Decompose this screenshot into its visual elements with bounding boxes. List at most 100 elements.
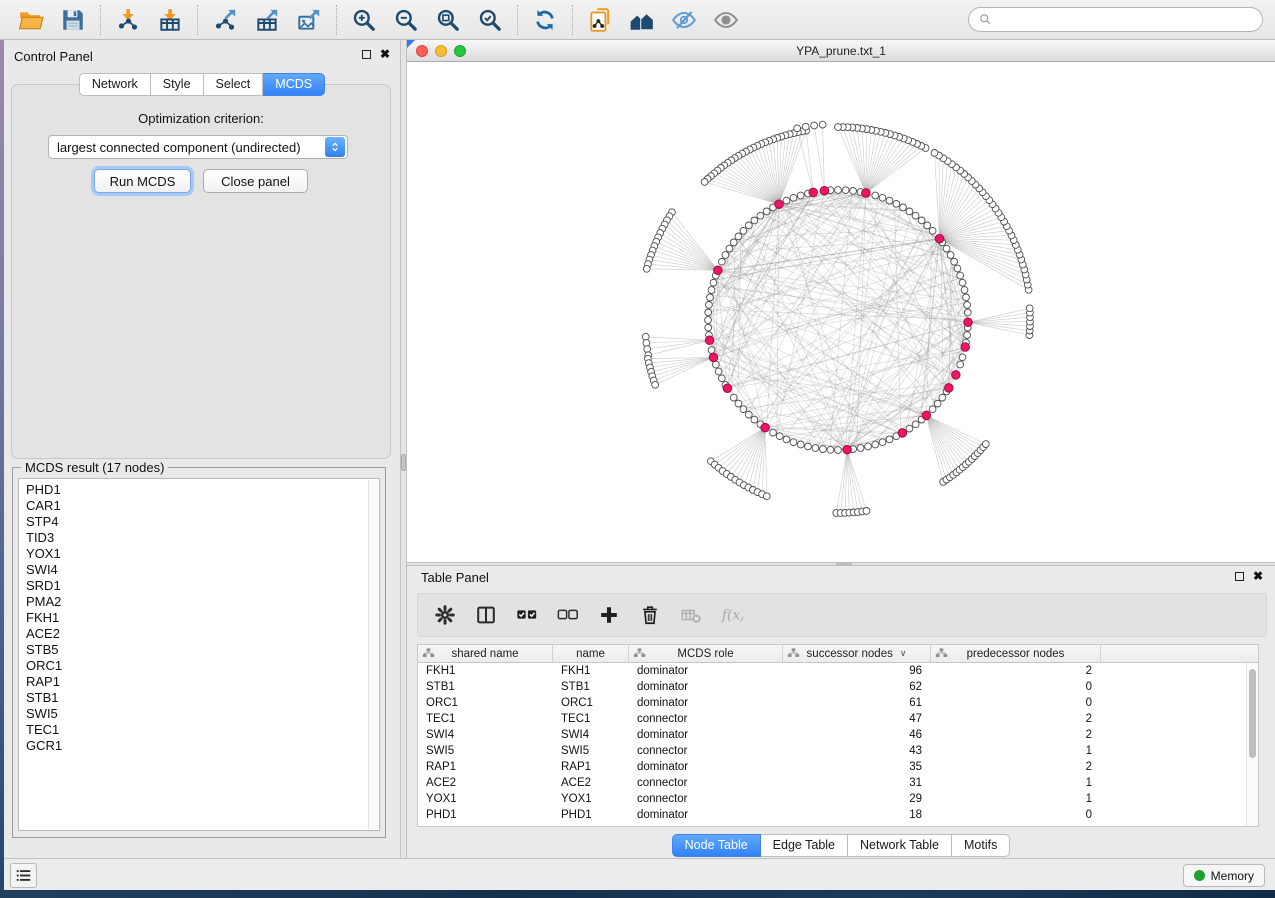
tab-network[interactable]: Network <box>79 73 151 96</box>
tab-style[interactable]: Style <box>151 73 204 96</box>
mcds-result-list[interactable]: PHD1CAR1STP4TID3YOX1SWI4SRD1PMA2FKH1ACE2… <box>18 478 380 831</box>
table-scrollbar[interactable] <box>1246 663 1258 826</box>
float-panel-icon[interactable] <box>1235 572 1244 581</box>
memory-button[interactable]: Memory <box>1183 864 1265 887</box>
list-item[interactable]: SRD1 <box>26 578 379 594</box>
table-cell: RAP1 <box>418 759 553 775</box>
import-table-icon[interactable] <box>157 7 183 33</box>
delete-table-icon <box>680 604 702 626</box>
table-cell: ORC1 <box>553 695 629 711</box>
table-row[interactable]: SWI4SWI4dominator462 <box>418 727 1258 743</box>
close-panel-icon[interactable]: ✖ <box>1253 571 1263 581</box>
zoom-in-icon[interactable] <box>351 7 377 33</box>
save-icon[interactable] <box>60 7 86 33</box>
tab-network-table[interactable]: Network Table <box>848 834 952 857</box>
export-image-icon[interactable] <box>296 7 322 33</box>
search-input[interactable] <box>998 13 1253 27</box>
vertical-splitter[interactable] <box>400 40 407 858</box>
list-item[interactable]: YOX1 <box>26 546 379 562</box>
show-details-icon[interactable] <box>713 7 739 33</box>
table-cell: 0 <box>931 695 1101 711</box>
zoom-out-icon[interactable] <box>393 7 419 33</box>
network-view[interactable] <box>407 62 1275 562</box>
tab-mcds[interactable]: MCDS <box>263 73 325 96</box>
column-header[interactable]: predecessor nodes <box>931 645 1101 662</box>
table-row[interactable]: TEC1TEC1connector472 <box>418 711 1258 727</box>
share-document-icon[interactable] <box>587 7 613 33</box>
node-table[interactable]: shared namenameMCDS role successor nodes ∨… <box>417 644 1259 827</box>
tab-edge-table[interactable]: Edge Table <box>761 834 848 857</box>
run-mcds-button[interactable]: Run MCDS <box>94 169 191 193</box>
export-network-icon[interactable] <box>212 7 238 33</box>
table-cell: TEC1 <box>418 711 553 727</box>
list-item[interactable]: PMA2 <box>26 594 379 610</box>
list-item[interactable]: RAP1 <box>26 674 379 690</box>
table-row[interactable]: FKH1FKH1dominator962 <box>418 663 1258 679</box>
table-cell: dominator <box>629 695 783 711</box>
import-network-icon[interactable] <box>115 7 141 33</box>
splitter-grip[interactable] <box>401 454 406 471</box>
tab-motifs[interactable]: Motifs <box>952 834 1010 857</box>
refresh-icon[interactable] <box>532 7 558 33</box>
select-all-icon[interactable] <box>516 604 538 626</box>
search-box[interactable] <box>968 7 1263 32</box>
list-item[interactable]: TEC1 <box>26 722 379 738</box>
table-body: FKH1FKH1dominator962STB1STB1dominator620… <box>418 663 1258 823</box>
optimization-criterion-select[interactable]: largest connected component (undirected) <box>48 135 348 159</box>
sort-menu-icon[interactable]: ∨ <box>900 648 907 659</box>
export-table-icon[interactable] <box>254 7 280 33</box>
table-row[interactable]: PHD1PHD1dominator180 <box>418 807 1258 823</box>
tab-node-table[interactable]: Node Table <box>672 834 761 857</box>
task-history-button[interactable] <box>10 863 37 888</box>
table-cell: 2 <box>931 663 1101 679</box>
network-titlebar[interactable]: YPA_prune.txt_1 <box>407 40 1275 62</box>
table-row[interactable]: SWI5SWI5connector431 <box>418 743 1258 759</box>
settings-gear-icon[interactable] <box>434 604 456 626</box>
list-item[interactable]: TID3 <box>26 530 379 546</box>
table-cell: TEC1 <box>553 711 629 727</box>
list-item[interactable]: STP4 <box>26 514 379 530</box>
list-item[interactable]: ORC1 <box>26 658 379 674</box>
list-item[interactable]: SWI4 <box>26 562 379 578</box>
list-item[interactable]: CAR1 <box>26 498 379 514</box>
mcds-scrollbar[interactable] <box>368 480 378 829</box>
column-header[interactable]: shared name <box>418 645 553 662</box>
zoom-fit-icon[interactable] <box>435 7 461 33</box>
zoom-selected-icon[interactable] <box>477 7 503 33</box>
list-item[interactable]: SWI5 <box>26 706 379 722</box>
close-panel-icon[interactable]: ✖ <box>380 49 390 59</box>
table-cell: dominator <box>629 759 783 775</box>
scrollbar-thumb[interactable] <box>1249 669 1256 758</box>
open-file-icon[interactable] <box>18 7 44 33</box>
float-panel-icon[interactable] <box>362 50 371 59</box>
close-panel-button[interactable]: Close panel <box>203 169 308 193</box>
list-item[interactable]: GCR1 <box>26 738 379 754</box>
columns-icon[interactable] <box>475 604 497 626</box>
delete-icon[interactable] <box>639 604 661 626</box>
table-row[interactable]: YOX1YOX1connector291 <box>418 791 1258 807</box>
list-item[interactable]: PHD1 <box>26 482 379 498</box>
table-cell: dominator <box>629 663 783 679</box>
table-cell: 46 <box>783 727 931 743</box>
list-icon <box>15 867 32 884</box>
column-header[interactable]: successor nodes ∨ <box>783 645 931 662</box>
list-item[interactable]: FKH1 <box>26 610 379 626</box>
table-cell: 18 <box>783 807 931 823</box>
table-cell: 2 <box>931 727 1101 743</box>
table-row[interactable]: STB1STB1dominator620 <box>418 679 1258 695</box>
list-item[interactable]: ACE2 <box>26 626 379 642</box>
hide-details-icon[interactable] <box>671 7 697 33</box>
home-icon[interactable] <box>629 7 655 33</box>
column-header[interactable]: MCDS role <box>629 645 783 662</box>
table-row[interactable]: ACE2ACE2connector311 <box>418 775 1258 791</box>
deselect-all-icon[interactable] <box>557 604 579 626</box>
column-label: successor nodes <box>807 648 893 660</box>
table-cell: 31 <box>783 775 931 791</box>
table-row[interactable]: ORC1ORC1dominator610 <box>418 695 1258 711</box>
tab-select[interactable]: Select <box>204 73 264 96</box>
add-icon[interactable] <box>598 604 620 626</box>
list-item[interactable]: STB5 <box>26 642 379 658</box>
column-header[interactable]: name <box>553 645 629 662</box>
list-item[interactable]: STB1 <box>26 690 379 706</box>
table-row[interactable]: RAP1RAP1dominator352 <box>418 759 1258 775</box>
